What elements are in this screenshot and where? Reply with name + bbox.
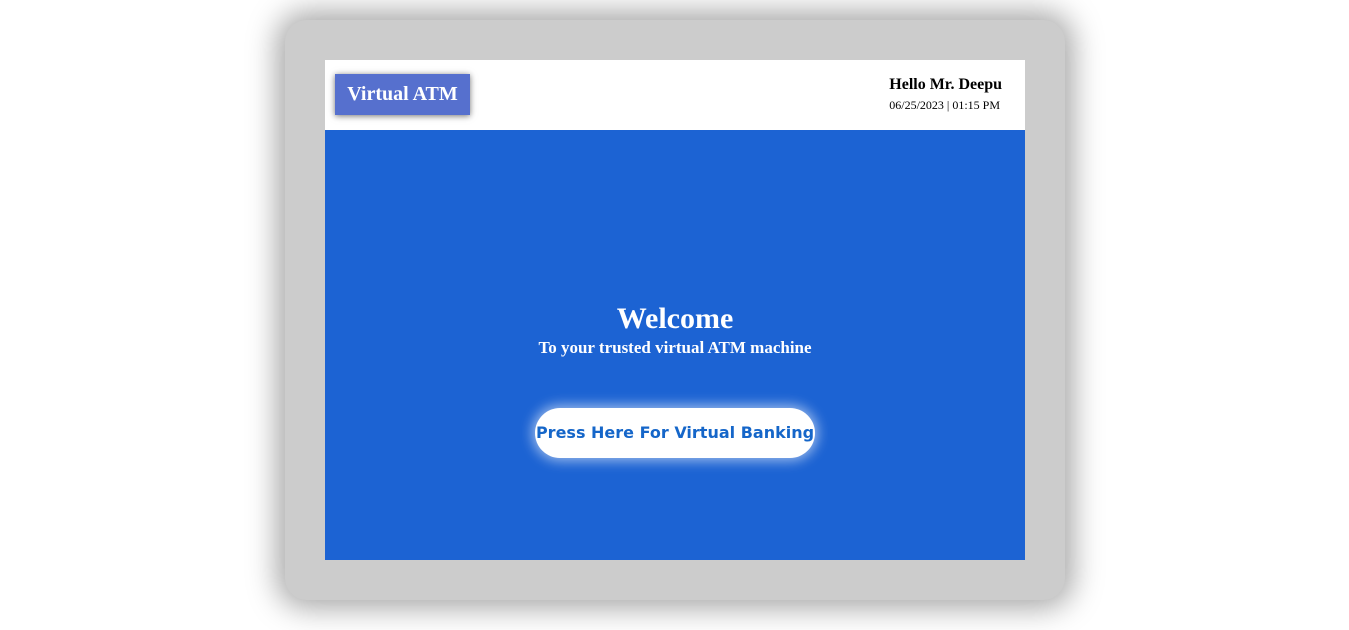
atm-screen: Virtual ATM Hello Mr. Deepu 06/25/2023 |… [325, 60, 1025, 560]
welcome-title: Welcome [616, 302, 734, 335]
header-bar: Virtual ATM Hello Mr. Deepu 06/25/2023 |… [325, 60, 1025, 130]
welcome-subtitle: To your trusted virtual ATM machine [538, 338, 812, 357]
start-banking-button[interactable]: Press Here For Virtual Banking [535, 408, 815, 458]
user-info: Hello Mr. Deepu 06/25/2023 | 01:15 PM [889, 76, 1002, 112]
atm-frame: Virtual ATM Hello Mr. Deepu 06/25/2023 |… [285, 20, 1065, 600]
date-time: 06/25/2023 | 01:15 PM [889, 98, 1001, 112]
user-greeting: Hello Mr. Deepu [889, 76, 1002, 93]
brand-logo: Virtual ATM [335, 74, 470, 115]
